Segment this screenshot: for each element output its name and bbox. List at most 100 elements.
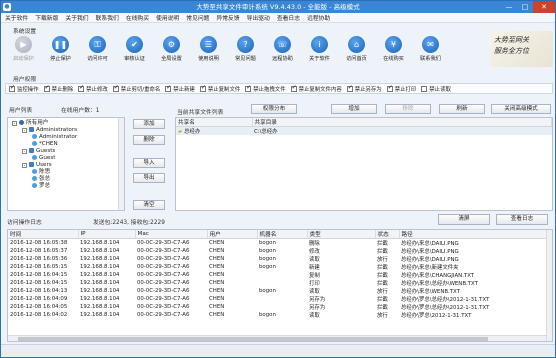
delete-user-button[interactable]: 删除 <box>133 135 165 145</box>
menu-item[interactable]: 下载新版 <box>35 13 58 22</box>
log-header[interactable]: 类型 <box>307 230 376 239</box>
log-header[interactable]: 时间 <box>8 230 79 239</box>
log-row[interactable]: 2016-12-08 16:05:37 192.168.8.104 00-0C-29… <box>8 247 552 255</box>
permission-checkbox[interactable]: 禁止新建 <box>165 84 195 93</box>
toolbar-button-3[interactable]: ✔ 审核认证 <box>116 36 153 66</box>
tree-node[interactable]: *CHEN <box>12 141 124 148</box>
toolbar-button-9[interactable]: ⌂ 访问首页 <box>338 36 375 66</box>
checkbox-icon[interactable] <box>9 84 15 92</box>
checkbox-icon[interactable] <box>78 84 84 92</box>
collapse-icon[interactable]: - <box>22 163 27 168</box>
add-share-button[interactable]: 增加 <box>331 104 377 114</box>
permission-distribution-button[interactable]: 权限分布 <box>251 104 297 114</box>
permission-checkbox[interactable]: 禁止拖拽文件 <box>245 84 286 93</box>
share-dir-header[interactable]: 共享目录 <box>252 118 552 127</box>
share-name-header[interactable]: 共享名 <box>176 118 253 127</box>
toolbar-button-10[interactable]: ¥ 在线购买 <box>375 36 412 66</box>
tree-node[interactable]: - 所有用户 <box>12 120 124 127</box>
toolbar-button-1[interactable]: ❚❚ 停止保护 <box>42 36 79 66</box>
log-header[interactable]: IP <box>78 230 136 239</box>
permission-checkbox[interactable]: 禁止复制文件内容 <box>290 84 342 93</box>
permission-checkbox[interactable]: 禁止另存为 <box>346 84 382 93</box>
permission-checkbox[interactable]: 禁止打印 <box>386 84 416 93</box>
tree-node[interactable]: - Administrators <box>12 127 124 134</box>
log-row[interactable]: 2016-12-08 16:05:15 192.168.8.104 00-0C-29… <box>8 263 552 271</box>
tree-node[interactable]: 陈思 <box>12 169 124 176</box>
log-vscrollbar[interactable] <box>546 230 552 341</box>
remove-share-button[interactable]: 移除 <box>385 104 431 114</box>
toolbar-button-7[interactable]: ☏ 远程协助 <box>264 36 301 66</box>
collapse-icon[interactable]: - <box>22 149 27 154</box>
tree-node[interactable]: Administrator <box>12 134 124 141</box>
checkbox-icon[interactable] <box>245 84 251 92</box>
menu-item[interactable]: 在线购买 <box>126 13 149 22</box>
menu-item[interactable]: 联系我们 <box>96 13 119 22</box>
tree-scrollbar[interactable] <box>118 118 124 210</box>
refresh-button[interactable]: 刷新 <box>439 104 485 114</box>
collapse-icon[interactable]: - <box>22 128 27 133</box>
checkbox-icon[interactable] <box>421 85 428 92</box>
view-log-button[interactable]: 查看日志 <box>496 214 548 225</box>
menu-item[interactable]: 远程协助 <box>307 13 330 22</box>
export-button[interactable]: 导出 <box>133 173 165 183</box>
share-row[interactable]: ▰ 总经办 C:\总经办 <box>176 126 552 135</box>
minimize-icon[interactable]: — <box>501 1 517 13</box>
toolbar-button-0[interactable]: ▶ 启动保护 <box>5 36 42 66</box>
close-icon[interactable]: ✕ <box>533 1 555 13</box>
maximize-icon[interactable]: □ <box>517 1 533 13</box>
log-header[interactable]: 用户 <box>207 230 258 239</box>
permission-checkbox[interactable]: 禁止剪切/重命名 <box>112 84 160 93</box>
import-button[interactable]: 导入 <box>133 158 165 168</box>
log-row[interactable]: 2016-12-08 16:04:02 192.168.8.104 00-0C-29… <box>8 311 552 319</box>
log-header[interactable]: 状态 <box>375 230 400 239</box>
checkbox-icon[interactable] <box>346 84 353 92</box>
log-row[interactable]: 2016-12-08 16:04:09 192.168.8.104 00-0C-29… <box>8 295 552 303</box>
close-advanced-mode-button[interactable]: 关闭高级模式 <box>491 104 551 114</box>
log-cell: 修改 <box>309 249 320 255</box>
checkbox-icon[interactable] <box>199 84 206 92</box>
log-row[interactable]: 2016-12-08 16:05:38 192.168.8.104 00-0C-29… <box>8 239 552 247</box>
log-row[interactable]: 2016-12-08 16:04:13 192.168.8.104 00-0C-29… <box>8 287 552 295</box>
tree-node[interactable]: 张总 <box>12 176 124 183</box>
checkbox-icon[interactable] <box>112 84 119 92</box>
log-header[interactable]: 路径 <box>399 230 552 239</box>
toolbar-button-6[interactable]: ? 常见问题 <box>227 36 264 66</box>
toolbar-button-2[interactable]: ⚿ 访问许可 <box>79 36 116 66</box>
clear-users-button[interactable]: 清空 <box>133 200 165 210</box>
clear-log-button[interactable]: 清屏 <box>438 214 490 225</box>
permission-checkbox[interactable]: 禁止复制文件 <box>199 84 240 93</box>
collapse-icon[interactable]: - <box>12 121 17 126</box>
permission-checkbox[interactable]: 禁止读取 <box>421 85 451 93</box>
add-user-button[interactable]: 添加 <box>133 119 165 129</box>
toolbar-button-11[interactable]: ✉ 联系我们 <box>412 36 449 66</box>
toolbar-button-4[interactable]: ⚙ 全局设置 <box>153 36 190 66</box>
permission-checkbox[interactable]: 禁止删除 <box>43 84 73 93</box>
menu-item[interactable]: 导出驱动 <box>247 13 270 22</box>
log-header[interactable]: 机器名 <box>257 230 308 239</box>
log-row[interactable]: 2016-12-08 16:04:05 192.168.8.104 00-0C-29… <box>8 303 552 311</box>
menu-item[interactable]: 常见问题 <box>186 13 209 22</box>
tree-node[interactable]: - Users <box>12 162 124 169</box>
menu-item[interactable]: 关于我们 <box>65 13 88 22</box>
toolbar-button-8[interactable]: i 关于软件 <box>301 36 338 66</box>
permission-checkbox[interactable]: 监控操作 <box>9 84 39 93</box>
log-header[interactable]: Mac <box>135 230 208 239</box>
toolbar-button-5[interactable]: ☰ 使用说明 <box>190 36 227 66</box>
menu-item[interactable]: 查看日志 <box>277 13 300 22</box>
log-row[interactable]: 2016-12-08 16:04:15 192.168.8.104 00-0C-29… <box>8 271 552 279</box>
menu-item[interactable]: 关于软件 <box>5 13 28 22</box>
tree-node[interactable]: - Guests <box>12 148 124 155</box>
log-row[interactable]: 2016-12-08 16:04:15 192.168.8.104 00-0C-29… <box>8 279 552 287</box>
window-title: 大势至共享文件审计系统 V9.4.43.0 - 全能版 - 高级模式 <box>196 3 360 11</box>
checkbox-icon[interactable] <box>290 84 297 92</box>
log-hscrollbar[interactable] <box>8 335 548 341</box>
tree-node[interactable]: Guest <box>12 155 124 162</box>
menu-item[interactable]: 使用说明 <box>156 13 179 22</box>
permission-checkbox[interactable]: 禁止修改 <box>78 84 108 93</box>
menu-item[interactable]: 异常反馈 <box>216 13 239 22</box>
checkbox-icon[interactable] <box>386 84 393 92</box>
checkbox-icon[interactable] <box>43 84 50 92</box>
log-row[interactable]: 2016-12-08 16:05:36 192.168.8.104 00-0C-29… <box>8 255 552 263</box>
tree-node[interactable]: 罗总 <box>12 183 124 190</box>
checkbox-icon[interactable] <box>165 84 171 92</box>
